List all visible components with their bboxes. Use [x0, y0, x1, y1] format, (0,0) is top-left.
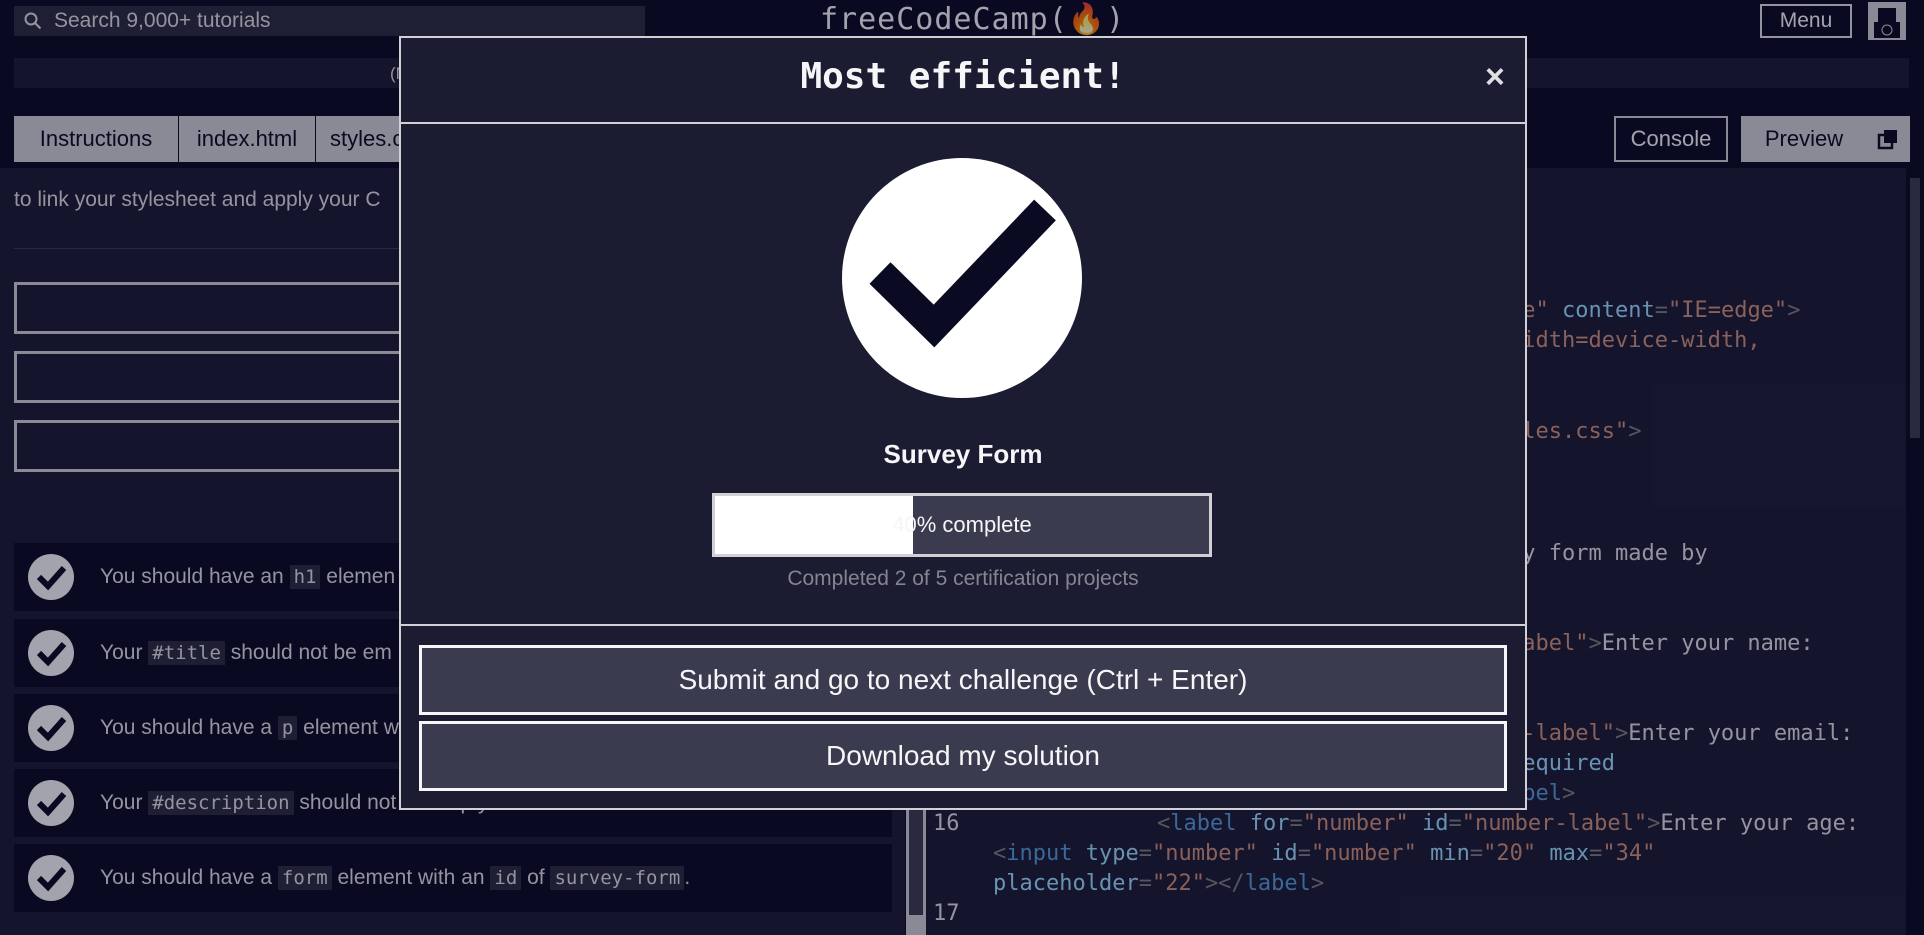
project-name: Survey Form — [883, 439, 1043, 469]
download-solution-button[interactable]: Download my solution — [419, 721, 1507, 791]
submit-next-button[interactable]: Submit and go to next challenge (Ctrl + … — [419, 645, 1507, 715]
completion-modal: Most efficient! × Survey Form 40% comple… — [399, 36, 1527, 810]
modal-title: Most efficient! — [800, 56, 1126, 97]
progress-bar: 40% complete — [712, 493, 1212, 557]
completed-count: Completed 2 of 5 certification projects — [787, 567, 1139, 590]
check-circle-icon — [842, 158, 1082, 398]
progress-label: 40% complete — [892, 512, 1032, 537]
modal-divider — [401, 122, 1525, 124]
close-icon[interactable]: × — [1485, 58, 1505, 97]
modal-divider — [401, 624, 1525, 626]
